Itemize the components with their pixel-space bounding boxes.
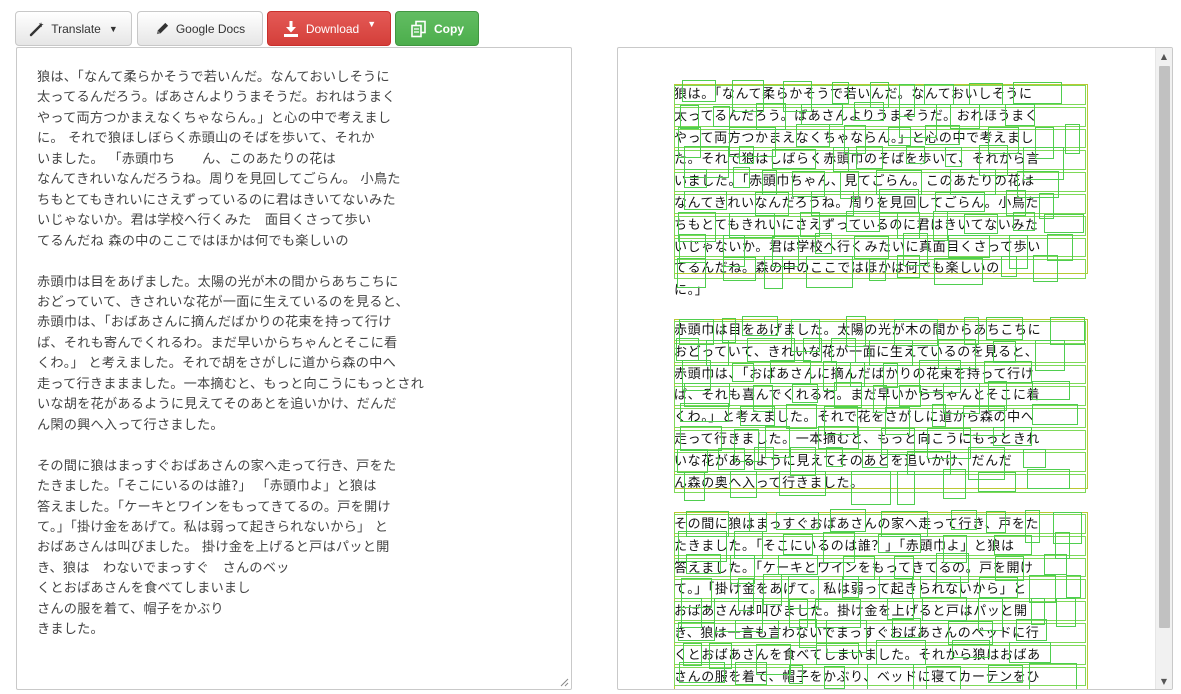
download-icon <box>282 20 300 38</box>
ocr-word-box <box>1047 233 1074 261</box>
download-button[interactable]: Download ▼ <box>267 11 391 46</box>
download-label: Download <box>305 21 360 36</box>
ocr-text-area[interactable]: 狼は、「なんて柔らかそうで若いんだ。なんておいしそうに 太ってるんだろう。ばあさ… <box>16 47 572 690</box>
ocr-word-box <box>1043 554 1067 576</box>
vertical-scrollbar[interactable]: ▲ ▼ <box>1155 48 1172 689</box>
ocr-word-box <box>1056 598 1076 627</box>
source-image-panel[interactable]: 狼は。「なんて柔らかそうで若いんだ。なんておいしそうに 太ってるんだろう。ばあさ… <box>617 47 1173 690</box>
ocr-text-content[interactable]: 狼は、「なんて柔らかそうで若いんだ。なんておいしそうに 太ってるんだろう。ばあさ… <box>37 68 557 641</box>
ocr-word-box <box>1043 214 1084 233</box>
scroll-up-icon[interactable]: ▲ <box>1156 48 1172 64</box>
copy-icon <box>410 20 428 38</box>
pencil-icon <box>155 21 170 36</box>
ocr-word-box <box>1038 192 1054 220</box>
chevron-down-icon: ▼ <box>108 23 118 34</box>
translate-label: Translate <box>51 21 101 36</box>
ocr-word-box <box>1065 575 1081 598</box>
google-docs-button[interactable]: Google Docs <box>137 11 263 46</box>
scanned-paragraph-1: 狼は。「なんて柔らかそうで若いんだ。なんておいしそうに 太ってるんだろう。ばあさ… <box>674 87 1041 299</box>
magic-wand-icon <box>29 21 45 37</box>
ocr-word-box <box>1055 532 1070 560</box>
ocr-word-box <box>1049 316 1086 346</box>
scanned-page: 狼は。「なんて柔らかそうで若いんだ。なんておいしそうに 太ってるんだろう。ばあさ… <box>674 84 1094 685</box>
scanned-paragraph-3: その間に狼はまっすぐおばあさんの家へ走って行き、戸をた たきました。「そこにいる… <box>674 517 1041 685</box>
resize-handle-icon[interactable] <box>559 677 569 687</box>
chevron-down-icon: ▼ <box>367 18 377 29</box>
scroll-down-icon[interactable]: ▼ <box>1156 673 1172 689</box>
translate-button[interactable]: Translate ▼ <box>15 11 132 46</box>
scanned-paragraph-2: 赤頭巾は目をあげました。太陽の光が木の間からあちこちに おどっていて、きれいな花… <box>674 323 1042 491</box>
copy-button[interactable]: Copy <box>395 11 479 46</box>
ocr-word-box <box>1053 511 1082 544</box>
google-docs-label: Google Docs <box>175 21 246 36</box>
scrollbar-thumb[interactable] <box>1159 66 1170 628</box>
copy-label: Copy <box>434 21 464 36</box>
